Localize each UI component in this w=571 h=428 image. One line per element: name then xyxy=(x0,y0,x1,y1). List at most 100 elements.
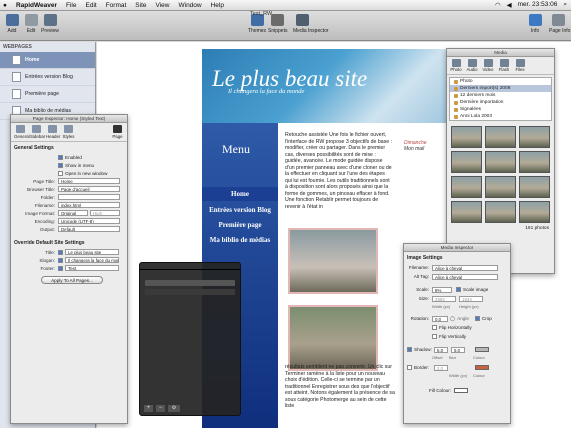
width-field[interactable]: 2592 xyxy=(432,295,456,302)
media-inspector-button[interactable]: Media Inspector xyxy=(293,14,329,34)
media-source-item[interactable]: Derniers import(s) 2008 xyxy=(450,85,551,92)
override-title-checkbox[interactable] xyxy=(58,249,63,255)
browser-title-field[interactable]: Page d'accueil xyxy=(58,186,120,192)
override-slogan-checkbox[interactable] xyxy=(58,257,63,263)
snippet-row[interactable] xyxy=(145,280,235,286)
site-nav-home[interactable]: Home xyxy=(202,187,278,201)
image-format-select[interactable]: Original xyxy=(58,210,88,216)
shadow-x-field[interactable]: 5.0 xyxy=(434,346,448,353)
override-footer-checkbox[interactable] xyxy=(58,265,63,271)
shadow-y-field[interactable]: 5.0 xyxy=(451,346,465,353)
snippet-row[interactable] xyxy=(145,289,235,295)
edit-button[interactable]: Edit xyxy=(22,14,40,34)
media-thumbnail[interactable] xyxy=(451,151,482,173)
sidebar-item-blog[interactable]: Entrées version Blog xyxy=(0,69,95,86)
height-field[interactable]: 1944 xyxy=(459,295,483,302)
override-title-field[interactable]: Le plus beau site xyxy=(65,249,119,255)
site-body-text-continued[interactable]: résultats semblent ne pas convenir. Un c… xyxy=(285,364,395,410)
border-colour-swatch[interactable] xyxy=(475,365,489,370)
apple-menu-icon[interactable]: ● xyxy=(3,2,7,9)
open-new-window-checkbox[interactable] xyxy=(58,170,63,176)
tab-video[interactable]: Video xyxy=(481,59,495,72)
image-quality-select[interactable]: High xyxy=(90,210,120,216)
tab-flash[interactable]: Flash xyxy=(497,59,511,72)
site-photo-horse-1[interactable] xyxy=(288,228,378,294)
menubar-clock[interactable]: mer. 23:53:06 xyxy=(518,1,558,9)
volume-icon[interactable]: ◀ xyxy=(507,1,512,9)
apply-all-pages-button[interactable]: Apply To All Pages... xyxy=(41,276,103,284)
fill-colour-swatch[interactable] xyxy=(454,388,468,393)
enabled-checkbox[interactable] xyxy=(58,154,63,160)
folder-field[interactable] xyxy=(58,194,120,200)
flip-horizontally-checkbox[interactable] xyxy=(432,325,437,330)
media-thumbnail[interactable] xyxy=(485,176,516,198)
media-filename-field[interactable]: Alice à cheval xyxy=(432,264,498,271)
spotlight-icon[interactable]: ⌕ xyxy=(563,1,567,9)
tab-styles[interactable]: Styles xyxy=(62,125,75,139)
flip-vertically-checkbox[interactable] xyxy=(432,334,437,339)
media-thumbnail[interactable] xyxy=(519,176,550,198)
override-footer-field[interactable]: Test xyxy=(65,265,119,271)
media-thumbnail[interactable] xyxy=(485,201,516,223)
menu-format[interactable]: Format xyxy=(106,2,127,9)
rotation-field[interactable]: 0.0 xyxy=(432,315,448,322)
shadow-checkbox[interactable] xyxy=(407,347,412,352)
scale-image-checkbox[interactable] xyxy=(456,287,461,292)
media-source-item[interactable]: 12 derniers mois xyxy=(450,92,551,99)
sidebar-item-premiere-page[interactable]: Première page xyxy=(0,86,95,103)
tab-general[interactable]: General xyxy=(14,125,30,139)
tab-header[interactable]: Header xyxy=(46,125,60,139)
media-source-item[interactable]: Dernière importation xyxy=(450,99,551,106)
site-nav-blog[interactable]: Entrées version Blog xyxy=(202,203,278,217)
filename-field[interactable]: index.html xyxy=(58,202,120,208)
tab-files[interactable]: Files xyxy=(513,59,527,72)
add-button[interactable]: Add xyxy=(3,14,21,34)
add-snippet-icon[interactable]: + xyxy=(144,405,153,412)
app-menu[interactable]: RapidWeaver xyxy=(16,2,57,9)
scale-field[interactable]: 8% xyxy=(432,286,452,293)
output-select[interactable]: Default xyxy=(58,226,120,232)
border-width-field[interactable]: 2.0 xyxy=(434,364,448,371)
media-thumbnail[interactable] xyxy=(451,176,482,198)
site-nav-premiere-page[interactable]: Première page xyxy=(202,218,278,232)
border-checkbox[interactable] xyxy=(407,365,412,370)
snippets-button[interactable]: Snippets xyxy=(268,14,287,34)
menu-window[interactable]: Window xyxy=(178,2,201,9)
override-slogan-field[interactable]: Il changera la face du monde xyxy=(65,257,119,263)
menu-file[interactable]: File xyxy=(66,2,76,9)
shadow-colour-swatch[interactable] xyxy=(475,347,489,352)
site-photo-horse-2[interactable] xyxy=(288,305,378,371)
show-in-menu-checkbox[interactable] xyxy=(58,162,63,168)
media-source-item[interactable]: Anni Lola 2003 xyxy=(450,113,551,120)
tab-photo[interactable]: Photo xyxy=(449,59,463,72)
wifi-icon[interactable]: ◠ xyxy=(495,1,501,9)
snippets-panel-titlebar[interactable] xyxy=(140,263,240,270)
info-button[interactable]: Info xyxy=(526,14,544,34)
tab-sidebar[interactable]: Sidebar xyxy=(30,125,45,139)
themes-button[interactable]: Themes xyxy=(248,14,266,34)
rotation-dial-icon[interactable]: ◯ xyxy=(450,316,455,322)
menu-view[interactable]: View xyxy=(156,2,170,9)
page-title-field[interactable]: Home xyxy=(58,178,120,184)
encoding-select[interactable]: Unicode (UTF-8) xyxy=(58,218,120,224)
media-thumbnail[interactable] xyxy=(451,201,482,223)
crop-checkbox[interactable] xyxy=(474,316,480,321)
media-thumbnail[interactable] xyxy=(519,151,550,173)
alt-tag-field[interactable]: Alice à cheval xyxy=(432,273,498,280)
media-thumbnail[interactable] xyxy=(485,151,516,173)
sidebar-item-home[interactable]: Home xyxy=(0,52,95,69)
menu-edit[interactable]: Edit xyxy=(86,2,97,9)
snippet-gear-icon[interactable]: ⚙ xyxy=(168,405,180,412)
media-thumbnail[interactable] xyxy=(451,126,482,148)
site-body-text[interactable]: Retouche assistée Une fois le fichier ou… xyxy=(285,132,392,210)
remove-snippet-icon[interactable]: − xyxy=(156,405,165,412)
tab-page[interactable]: Page xyxy=(111,125,124,139)
page-info-button[interactable]: Page Info xyxy=(549,14,570,34)
site-nav-media-library[interactable]: Ma biblio de médias xyxy=(202,233,278,247)
menu-help[interactable]: Help xyxy=(211,2,224,9)
tab-audio[interactable]: Audio xyxy=(465,59,479,72)
media-thumbnail[interactable] xyxy=(519,201,550,223)
media-thumbnail[interactable] xyxy=(519,126,550,148)
media-source-item[interactable]: Signalées xyxy=(450,106,551,113)
media-source-item[interactable]: Photo xyxy=(450,78,551,85)
